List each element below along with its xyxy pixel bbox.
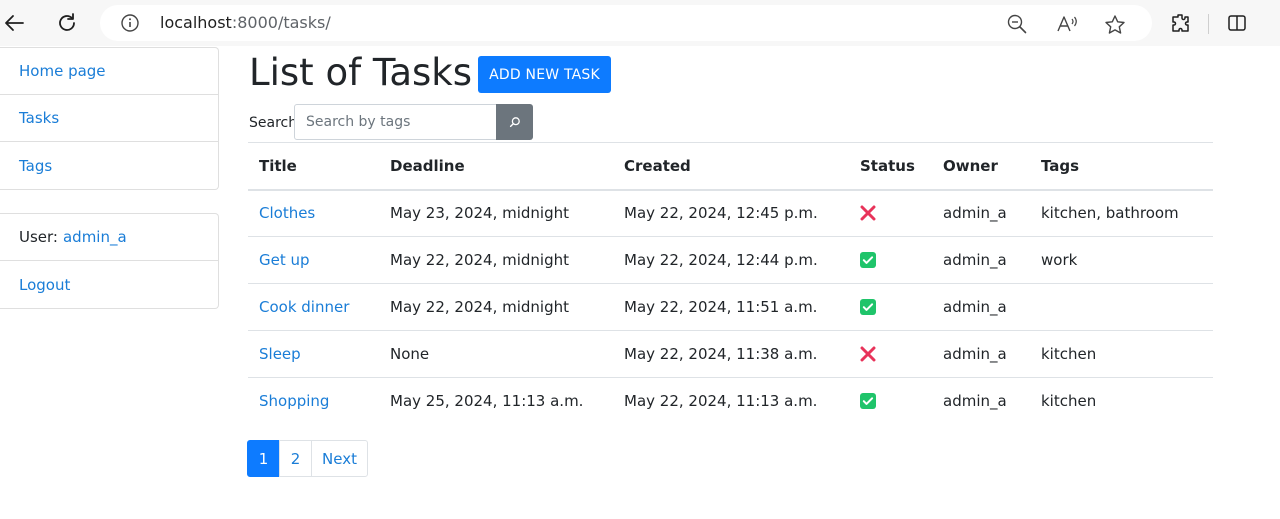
task-tags: kitchen [1041,392,1097,411]
search-button[interactable] [496,104,533,140]
site-info-icon[interactable] [121,14,139,32]
table-header-row: Title Deadline Created Status Owner Tags [248,142,1213,190]
task-created: May 22, 2024, 11:51 a.m. [624,298,818,316]
task-deadline: May 22, 2024, midnight [390,251,569,269]
extensions-icon[interactable] [1166,9,1194,37]
task-tags [1030,284,1213,331]
task-tags: kitchen [1041,345,1097,363]
task-owner: admin_a [943,298,1007,316]
add-new-task-button[interactable]: ADD NEW TASK [478,56,611,93]
table-row: Cook dinner May 22, 2024, midnight May 22,… [248,284,1213,331]
refresh-icon[interactable] [53,9,81,37]
task-deadline: May 23, 2024, midnight [390,204,569,223]
pagination: 1 2 Next [247,440,368,477]
task-deadline: May 25, 2024, 11:13 a.m. [390,392,584,411]
sidebar-item-home[interactable]: Home page [0,48,218,95]
user-label: User: [19,228,58,246]
task-title-cell: Cook dinner [248,284,379,331]
toolbar-divider [1208,14,1209,34]
task-created: May 22, 2024, 12:44 p.m. [624,251,818,269]
task-status [849,190,932,237]
read-aloud-icon[interactable] [1056,14,1077,34]
done-check-icon [860,252,921,268]
split-screen-icon[interactable] [1223,9,1251,37]
username-link[interactable]: admin_a [63,228,127,246]
task-title-link[interactable]: Sleep [259,345,301,363]
zoom-out-icon[interactable] [1007,14,1027,34]
column-header-created: Created [624,156,691,175]
task-status [849,331,932,378]
next-page-button[interactable]: Next [311,440,368,477]
table-row: Shopping May 25, 2024, 11:13 a.m. May 22, … [248,378,1213,425]
task-title-cell: Sleep [248,331,379,378]
task-title-link[interactable]: Cook dinner [259,298,349,316]
browser-toolbar: localhost:8000/tasks/ [0,0,1280,46]
table-row: Clothes May 23, 2024, midnight May 22, 202… [248,190,1213,237]
table-row: Sleep None May 22, 2024, 11:38 a.m. admin_a… [248,331,1213,378]
task-title-link[interactable]: Clothes [259,204,315,222]
task-owner: admin_a [943,392,1007,411]
logout-link[interactable]: Logout [19,276,70,294]
sidebar-user-panel: User: admin_a Logout [0,213,219,309]
done-check-icon [860,393,921,410]
task-tags: kitchen, bathroom [1041,204,1179,223]
sidebar-item-logout[interactable]: Logout [0,261,218,308]
url-host: localhost [160,13,232,32]
tasks-table: Title Deadline Created Status Owner Tags… [248,142,1213,425]
task-deadline: None [390,345,430,363]
task-created: May 22, 2024, 12:45 p.m. [624,204,818,223]
search-input[interactable] [294,104,497,140]
search-icon [509,113,521,132]
page-1-button[interactable]: 1 [247,440,280,477]
back-arrow-icon[interactable] [0,9,28,37]
user-info: User: admin_a [0,214,218,261]
task-title-cell: Shopping [248,378,379,425]
done-check-icon [860,299,921,315]
url-path: :8000/tasks/ [231,13,331,32]
task-owner: admin_a [943,251,1007,269]
column-header-owner: Owner [943,156,998,175]
task-title-link[interactable]: Shopping [259,392,329,410]
task-title-cell: Get up [248,237,379,284]
search-label: Search [249,115,298,131]
tags-link[interactable]: Tags [19,157,52,175]
task-deadline: May 22, 2024, midnight [390,298,569,316]
task-owner: admin_a [943,345,1007,363]
url-text[interactable]: localhost:8000/tasks/ [160,12,331,34]
sidebar-item-tags[interactable]: Tags [0,142,218,189]
task-title-cell: Clothes [248,190,379,237]
task-created: May 22, 2024, 11:38 a.m. [624,345,818,363]
address-bar[interactable]: localhost:8000/tasks/ [100,5,1152,41]
column-header-title: Title [259,156,297,175]
table-row: Get up May 22, 2024, midnight May 22, 2024… [248,237,1213,284]
page-2-button[interactable]: 2 [279,440,312,477]
not-done-cross-icon [860,205,921,221]
tasks-link[interactable]: Tasks [19,109,59,127]
task-owner: admin_a [943,204,1007,223]
task-title-link[interactable]: Get up [259,251,310,269]
column-header-status: Status [860,156,915,175]
task-status [849,378,932,425]
favorite-star-icon[interactable] [1104,14,1125,34]
home-page-link[interactable]: Home page [19,62,106,80]
page-title: List of Tasks [249,51,472,94]
task-created: May 22, 2024, 11:13 a.m. [624,392,818,411]
not-done-cross-icon [860,346,921,362]
task-tags: work [1041,251,1078,269]
task-status [849,284,932,331]
sidebar-item-tasks[interactable]: Tasks [0,95,218,142]
column-header-deadline: Deadline [390,156,465,175]
column-header-tags: Tags [1041,156,1080,175]
task-status [849,237,932,284]
sidebar-nav: Home page Tasks Tags [0,47,219,190]
